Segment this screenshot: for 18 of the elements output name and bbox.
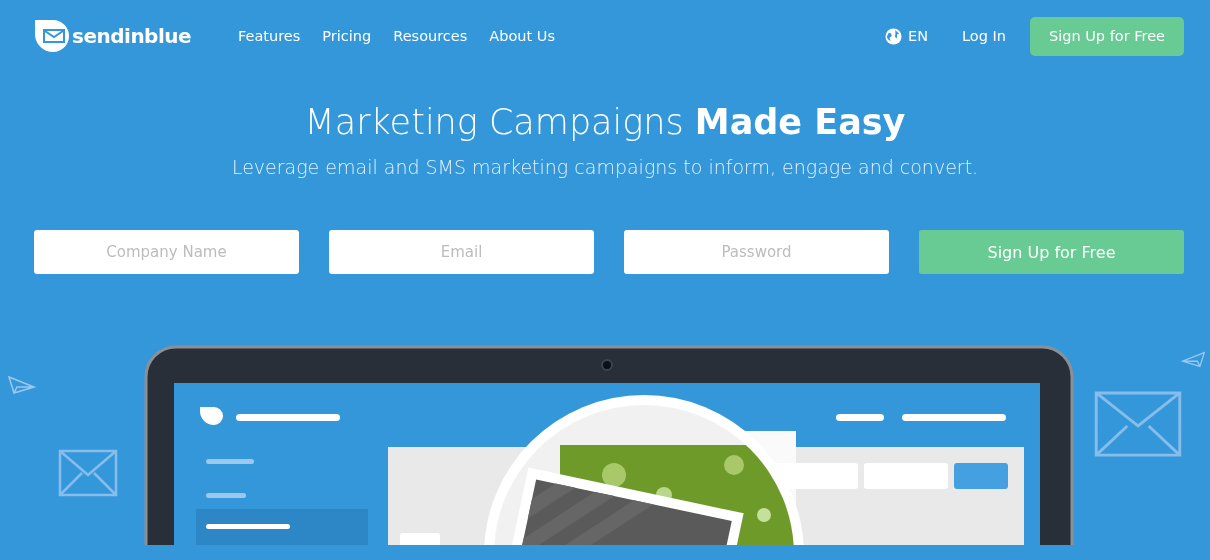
input-field[interactable]: Company Name xyxy=(34,230,299,274)
signup-button[interactable]: Sign Up for Free xyxy=(919,230,1184,274)
logo-icon xyxy=(33,18,69,54)
globe-icon xyxy=(885,27,902,45)
hero-title: Marketing Campaigns Made Easy xyxy=(303,102,907,142)
nav-link[interactable]: Features xyxy=(238,28,301,44)
signup-button[interactable]: Sign Up for Free xyxy=(1030,16,1184,56)
envelope-icon xyxy=(58,449,118,499)
envelope-icon xyxy=(1094,391,1182,459)
language-selector[interactable]: EN xyxy=(885,27,928,45)
input-field[interactable]: Email xyxy=(329,230,594,274)
brand-name[interactable]: sendinblue xyxy=(72,24,192,48)
nav-link[interactable]: About Us xyxy=(489,28,555,44)
input-field[interactable]: Password xyxy=(624,230,889,274)
nav-link[interactable]: Resources xyxy=(393,28,468,44)
login-link[interactable]: Log In xyxy=(962,28,1006,44)
hero-subtitle: Leverage email and SMS marketing campaigns to inform, engage and convert. xyxy=(230,156,980,178)
nav-link[interactable]: Pricing xyxy=(322,28,372,44)
